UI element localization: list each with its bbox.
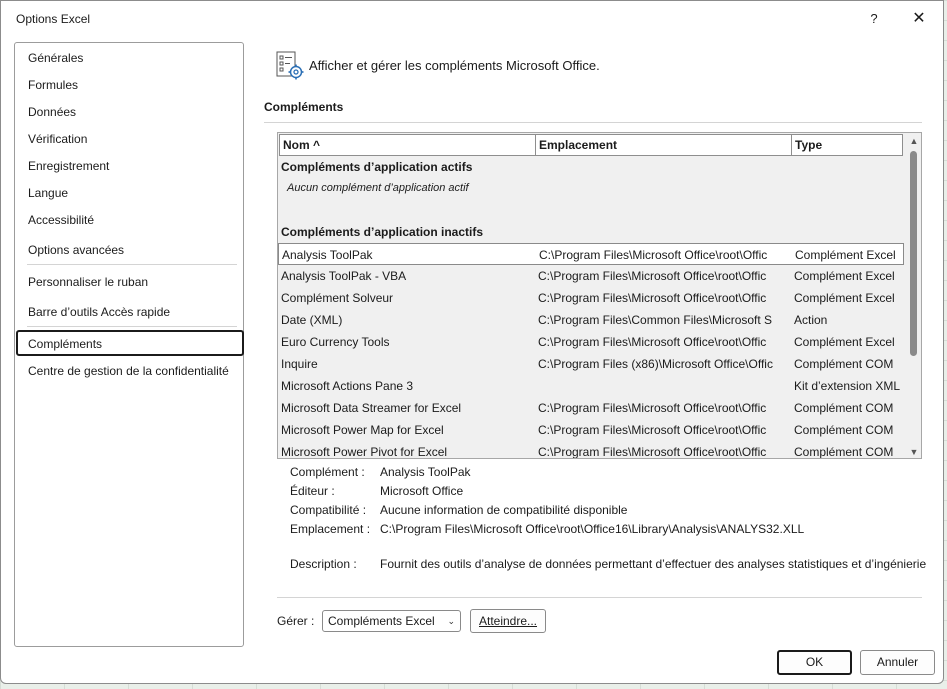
manage-divider xyxy=(277,597,922,598)
table-row[interactable]: Euro Currency Tools C:\Program Files\Mic… xyxy=(278,331,904,353)
table-row[interactable]: Complément Solveur C:\Program Files\Micr… xyxy=(278,287,904,309)
table-row[interactable]: Microsoft Data Streamer for Excel C:\Pro… xyxy=(278,397,904,419)
cell-name: Microsoft Power Pivot for Excel xyxy=(281,445,448,459)
cell-location: C:\Program Files\Common Files\Microsoft … xyxy=(538,313,773,327)
detail-description-label: Description : xyxy=(290,557,357,571)
detail-compat-value: Aucune information de compatibilité disp… xyxy=(380,503,628,517)
cell-name: Analysis ToolPak xyxy=(282,248,373,262)
cell-name: Microsoft Data Streamer for Excel xyxy=(281,401,462,415)
cell-location: C:\Program Files\Microsoft Office\root\O… xyxy=(539,248,768,262)
nav-item-formules[interactable]: Formules xyxy=(28,78,78,92)
cell-type: Complément Excel xyxy=(794,335,895,349)
cell-type: Complément Excel xyxy=(794,291,895,305)
table-row[interactable]: Microsoft Power Pivot for Excel C:\Progr… xyxy=(278,441,904,459)
cell-location: C:\Program Files\Microsoft Office\root\O… xyxy=(538,401,767,415)
nav-item-centre-confidentialite[interactable]: Centre de gestion de la confidentialité xyxy=(28,364,229,378)
cell-type: Complément COM xyxy=(794,423,894,437)
section-title: Compléments xyxy=(264,100,344,114)
options-nav: Générales Formules Données Vérification … xyxy=(14,42,244,647)
nav-item-verification[interactable]: Vérification xyxy=(28,132,87,146)
cell-type: Complément Excel xyxy=(794,269,895,283)
table-row[interactable]: Microsoft Actions Pane 3 Kit d’extension… xyxy=(278,375,904,397)
manage-select-value: Compléments Excel xyxy=(328,614,435,628)
title-bar: Options Excel ? ✕ xyxy=(1,1,943,37)
cell-location: C:\Program Files\Microsoft Office\root\O… xyxy=(538,335,767,349)
detail-publisher-value: Microsoft Office xyxy=(380,484,464,498)
cell-name: Date (XML) xyxy=(281,313,343,327)
close-button[interactable]: ✕ xyxy=(906,7,932,31)
cell-name: Microsoft Power Map for Excel xyxy=(281,423,444,437)
column-header-nom[interactable]: Nom ^ xyxy=(279,134,536,156)
cell-name: Microsoft Actions Pane 3 xyxy=(281,379,414,393)
nav-item-barre-acces-rapide[interactable]: Barre d’outils Accès rapide xyxy=(28,305,170,319)
cell-name: Analysis ToolPak - VBA xyxy=(281,269,407,283)
nav-item-personnaliser-ruban[interactable]: Personnaliser le ruban xyxy=(28,275,148,289)
goto-button[interactable]: Atteindre... xyxy=(470,609,546,633)
table-row[interactable]: Analysis ToolPak - VBA C:\Program Files\… xyxy=(278,265,904,287)
table-row[interactable]: Inquire C:\Program Files (x86)\Microsoft… xyxy=(278,353,904,375)
detail-description-value: Fournit des outils d’analyse de données … xyxy=(380,557,927,571)
nav-item-accessibilite[interactable]: Accessibilité xyxy=(28,213,94,227)
help-button[interactable]: ? xyxy=(863,7,885,31)
cell-type: Complément Excel xyxy=(795,248,896,262)
table-row[interactable]: Microsoft Power Map for Excel C:\Program… xyxy=(278,419,904,441)
cell-location: C:\Program Files (x86)\Microsoft Office\… xyxy=(538,357,773,371)
cell-name: Complément Solveur xyxy=(281,291,394,305)
nav-item-enregistrement[interactable]: Enregistrement xyxy=(28,159,109,173)
detail-publisher-label: Éditeur : xyxy=(290,484,335,498)
scroll-down-arrow-icon[interactable]: ▼ xyxy=(907,446,921,458)
scroll-thumb[interactable] xyxy=(910,151,917,356)
detail-compat-label: Compatibilité : xyxy=(290,503,367,517)
detail-location-value: C:\Program Files\Microsoft Office\root\O… xyxy=(380,522,805,536)
cell-location: C:\Program Files\Microsoft Office\root\O… xyxy=(538,445,767,459)
addins-list[interactable]: Nom ^ Emplacement Type Compléments d’app… xyxy=(277,132,922,459)
chevron-down-icon: ⌄ xyxy=(447,616,455,626)
cell-type: Action xyxy=(794,313,828,327)
nav-divider xyxy=(27,326,237,327)
table-row[interactable]: Analysis ToolPak C:\Program Files\Micros… xyxy=(278,243,904,265)
detail-location-label: Emplacement : xyxy=(290,522,371,536)
cell-location: C:\Program Files\Microsoft Office\root\O… xyxy=(538,291,767,305)
manage-label: Gérer : xyxy=(277,614,315,628)
nav-item-generales[interactable]: Générales xyxy=(28,51,83,65)
addins-gear-icon xyxy=(276,50,304,80)
scroll-up-arrow-icon[interactable]: ▲ xyxy=(907,135,921,147)
cell-name: Euro Currency Tools xyxy=(281,335,390,349)
nav-item-complements[interactable]: Compléments xyxy=(28,337,102,351)
table-row[interactable]: Date (XML) C:\Program Files\Common Files… xyxy=(278,309,904,331)
cancel-button[interactable]: Annuler xyxy=(860,650,935,675)
nav-item-donnees[interactable]: Données xyxy=(28,105,76,119)
group-empty-active: Aucun complément d’application actif xyxy=(287,182,469,194)
cell-location: C:\Program Files\Microsoft Office\root\O… xyxy=(538,423,767,437)
page-description: Afficher et gérer les compléments Micros… xyxy=(309,58,600,73)
manage-select[interactable]: Compléments Excel ⌄ xyxy=(322,610,461,632)
goto-button-label: Atteindre... xyxy=(478,614,538,628)
group-title-inactive: Compléments d’application inactifs xyxy=(281,225,484,239)
column-header-type[interactable]: Type xyxy=(791,134,903,156)
cell-type: Complément COM xyxy=(794,357,894,371)
nav-item-langue[interactable]: Langue xyxy=(28,186,68,200)
section-divider xyxy=(264,122,922,123)
dialog-title: Options Excel xyxy=(16,12,91,26)
options-dialog: Options Excel ? ✕ Générales Formules Don… xyxy=(0,0,944,684)
group-title-active: Compléments d’application actifs xyxy=(281,160,473,174)
detail-addin-value: Analysis ToolPak xyxy=(380,465,471,479)
cell-location: C:\Program Files\Microsoft Office\root\O… xyxy=(538,269,767,283)
cell-type: Complément COM xyxy=(794,401,894,415)
cell-name: Inquire xyxy=(281,357,318,371)
ok-button[interactable]: OK xyxy=(777,650,852,675)
detail-addin-label: Complément : xyxy=(290,465,365,479)
nav-item-options-avancees[interactable]: Options avancées xyxy=(28,243,124,257)
cell-type: Complément COM xyxy=(794,445,894,459)
cell-type: Kit d’extension XML xyxy=(794,379,901,393)
column-header-emplacement[interactable]: Emplacement xyxy=(535,134,792,156)
list-scrollbar[interactable]: ▲ ▼ xyxy=(907,133,921,458)
nav-divider xyxy=(27,264,237,265)
